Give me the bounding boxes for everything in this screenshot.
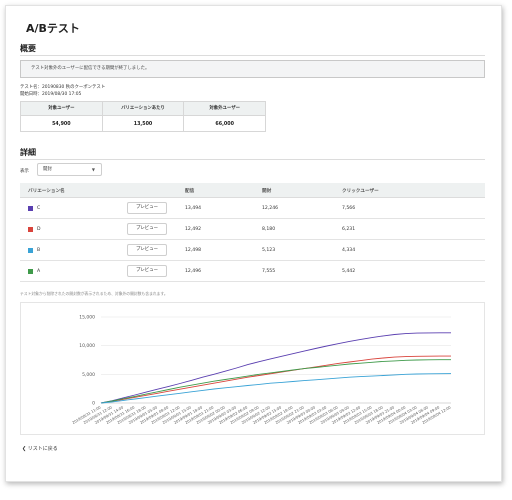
preview-button[interactable]: プレビュー [127,202,167,214]
sent-count: 12,498 [185,248,202,253]
back-to-list-label: リストに戻る [27,446,58,452]
table-row: D プレビュー 12,492 8,180 6,231 [20,219,485,240]
clicked-count: 5,442 [342,269,356,274]
variation-color-swatch [28,269,33,274]
clicked-count: 6,231 [342,227,356,232]
test-name: テスト名：20190830 秋のクーポンテスト [20,85,106,90]
y-tick-label: 5,000 [82,372,95,378]
sent-count: 13,494 [185,206,202,211]
header-clicked: クリックユーザー [342,189,379,194]
status-notice: テスト対象外のユーザーに配信できる期間が終了しました。 [20,60,485,78]
summary-excluded-users: 対象外ユーザー 66,000 [184,102,266,131]
chevron-down-icon: ▼ [91,167,95,172]
summary-label: バリエーションあたり [102,102,184,116]
summary-table: 対象ユーザー 54,900 バリエーションあたり 13,500 対象外ユーザー … [20,101,266,132]
metric-select-value: 開封 [43,167,52,172]
metric-select[interactable]: 開封 ▼ [37,163,102,176]
start-date: 開始日時：2019/08/30 17:05 [20,92,82,97]
y-tick-label: 10,000 [79,343,95,349]
opened-count: 12,246 [262,206,279,211]
summary-value: 54,900 [52,122,71,127]
summary-label: 対象外ユーザー [184,102,266,116]
opened-count: 7,555 [262,269,276,274]
y-tick-label: 0 [92,401,95,407]
sent-count: 12,492 [185,227,202,232]
summary-label: 対象ユーザー [21,102,102,116]
series-line-3 [100,373,452,404]
header-sent: 配信 [185,189,195,194]
opened-count: 8,180 [262,227,276,232]
clicked-count: 4,334 [342,248,356,253]
variation-name: C [37,206,41,211]
series-line-1 [100,355,451,404]
preview-button[interactable]: プレビュー [127,265,167,277]
opened-count: 5,123 [262,248,276,253]
table-header: バリエーション名 配信 開封 クリックユーザー [20,183,485,198]
line-chart: 05,00010,00015,0002019/08/31 11:002019/0… [72,315,453,425]
variation-color-swatch [28,248,33,253]
clicked-count: 7,566 [342,206,356,211]
summary-value: 66,000 [215,122,234,127]
filter-label: 表示 [20,169,29,174]
summary-target-users: 対象ユーザー 54,900 [21,102,103,131]
details-heading: 詳細 [20,148,36,157]
table-row: C プレビュー 13,494 12,246 7,566 [20,198,485,219]
table-row: A プレビュー 12,496 7,555 5,442 [20,261,485,282]
variation-color-swatch [28,206,33,211]
header-opened: 開封 [262,189,272,194]
details-divider [20,159,485,160]
variation-name: B [37,248,41,253]
y-tick-label: 15,000 [79,315,95,321]
back-to-list-link[interactable]: ❮ リストに戻る [22,445,58,452]
variation-color-swatch [28,227,33,232]
summary-per-variation: バリエーションあたり 13,500 [102,102,185,131]
sent-count: 12,496 [185,269,202,274]
variations-table: バリエーション名 配信 開封 クリックユーザー C プレビュー 13,494 1… [20,183,485,282]
chevron-left-icon: ❮ [22,446,27,452]
cumulative-chart: 0 5,000 10,000 15,000 2019/08/31 11:00 2019/0… [20,302,485,435]
page-title: A/Bテスト [26,22,80,35]
table-footnote: テスト対象から削除されたの開封数が表示されるため、対象外の開封数も含まれます。 [20,291,168,296]
overview-heading: 概要 [20,44,36,53]
summary-value: 13,500 [133,122,153,127]
variation-name: D [37,227,41,232]
preview-button[interactable]: プレビュー [127,223,167,235]
preview-button[interactable]: プレビュー [127,244,167,256]
variation-name: A [37,269,41,274]
header-variation: バリエーション名 [28,189,65,194]
table-row: B プレビュー 12,498 5,123 4,334 [20,240,485,261]
overview-divider [20,55,485,56]
